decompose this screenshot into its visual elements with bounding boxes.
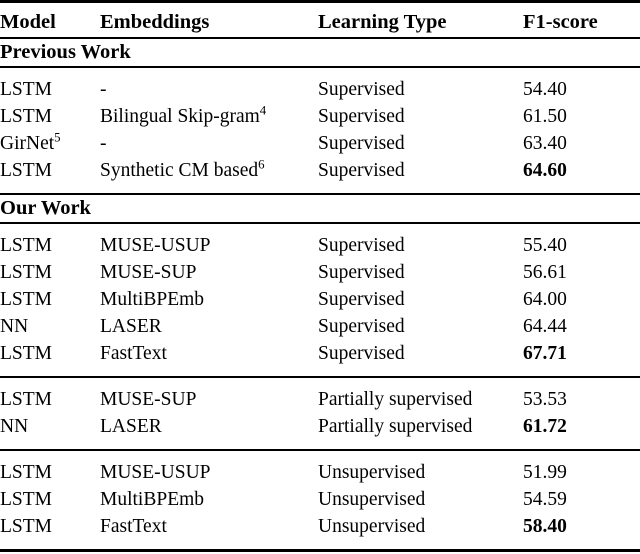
- table-bottom-rule: [0, 550, 640, 553]
- cell-f1-score: 53.53: [523, 389, 567, 410]
- section-heading-row: Previous Work: [0, 38, 640, 67]
- table-row: GirNet5 - Supervised 63.40: [0, 130, 640, 157]
- cell-embeddings: FastText: [100, 343, 167, 364]
- cell-learning-type: Supervised: [318, 160, 405, 181]
- cell-f1-score: 63.40: [523, 133, 567, 154]
- cell-embeddings: Synthetic CM based6: [100, 157, 265, 181]
- cell-model: LSTM: [0, 516, 53, 537]
- cell-learning-type: Unsupervised: [318, 462, 426, 483]
- rule-spacer: [0, 450, 640, 459]
- rule-spacer: [0, 184, 640, 194]
- table-row: LSTM MUSE-USUP Supervised 55.40: [0, 232, 640, 259]
- rule-line: [0, 377, 640, 386]
- cell-embeddings: -: [100, 79, 107, 100]
- cell-learning-type: Partially supervised: [318, 416, 473, 437]
- cell-f1-score: 61.72: [523, 416, 567, 437]
- cell-f1-score: 51.99: [523, 462, 567, 483]
- cell-embeddings: FastText: [100, 516, 167, 537]
- column-header-embeddings: Embeddings: [100, 11, 210, 33]
- cell-f1-score: 64.60: [523, 160, 567, 181]
- rule-line: [0, 540, 640, 551]
- rule-line: [0, 440, 640, 450]
- cell-model: NN: [0, 316, 29, 337]
- cell-model: NN: [0, 416, 29, 437]
- cell-f1-score: 54.40: [523, 79, 567, 100]
- cell-f1-score: 67.71: [523, 343, 567, 364]
- cell-learning-type: Unsupervised: [318, 516, 426, 537]
- cell-model: LSTM: [0, 389, 53, 410]
- cell-embeddings: MultiBPEmb: [100, 289, 205, 310]
- cell-model: LSTM: [0, 289, 53, 310]
- cell-embeddings: MUSE-USUP: [100, 235, 211, 256]
- table-row: LSTM MUSE-SUP Partially supervised 53.53: [0, 386, 640, 413]
- cell-learning-type: Partially supervised: [318, 389, 473, 410]
- rule-line: [0, 367, 640, 377]
- section-heading-row: Our Work: [0, 194, 640, 223]
- cell-model: LSTM: [0, 160, 53, 181]
- rule-line: [0, 223, 640, 232]
- table-header-row: Model Embeddings Learning Type F1-score: [0, 1, 640, 39]
- results-table: Model Embeddings Learning Type F1-score Prev…: [0, 0, 640, 553]
- table-row: LSTM Synthetic CM based6 Supervised 64.60: [0, 157, 640, 184]
- cell-embeddings: MUSE-SUP: [100, 389, 197, 410]
- rule-line: [0, 184, 640, 194]
- cell-embeddings: LASER: [100, 416, 162, 437]
- column-header-learning_type: Learning Type: [318, 11, 447, 33]
- cell-model: LSTM: [0, 79, 53, 100]
- table-row: LSTM FastText Supervised 67.71: [0, 340, 640, 367]
- table-row: LSTM FastText Unsupervised 58.40: [0, 513, 640, 540]
- cell-learning-type: Supervised: [318, 79, 405, 100]
- cell-f1-score: 56.61: [523, 262, 567, 283]
- cell-embeddings: MUSE-SUP: [100, 262, 197, 283]
- rule-spacer: [0, 377, 640, 386]
- cell-f1-score: 64.44: [523, 316, 567, 337]
- rule-spacer: [0, 540, 640, 551]
- cell-model: LSTM: [0, 462, 53, 483]
- rule-line: [0, 450, 640, 459]
- cell-embeddings: LASER: [100, 316, 162, 337]
- footnote-superscript: 4: [259, 103, 267, 118]
- cell-learning-type: Supervised: [318, 235, 405, 256]
- cell-learning-type: Supervised: [318, 133, 405, 154]
- column-header-model: Model: [0, 11, 56, 33]
- rule-spacer: [0, 67, 640, 76]
- cell-f1-score: 58.40: [523, 516, 567, 537]
- cell-f1-score: 55.40: [523, 235, 567, 256]
- cell-learning-type: Supervised: [318, 106, 405, 127]
- section-title-our-work: Our Work: [0, 197, 91, 219]
- table-row: NN LASER Supervised 64.44: [0, 313, 640, 340]
- cell-learning-type: Supervised: [318, 343, 405, 364]
- table-row: LSTM MultiBPEmb Supervised 64.00: [0, 286, 640, 313]
- cell-f1-score: 61.50: [523, 106, 567, 127]
- rule-line: [0, 551, 640, 553]
- footnote-superscript: 6: [258, 157, 265, 172]
- footnote-superscript: 5: [54, 130, 61, 145]
- section-title-previous-work: Previous Work: [0, 41, 131, 63]
- table-row: NN LASER Partially supervised 61.72: [0, 413, 640, 440]
- table-row: LSTM - Supervised 54.40: [0, 76, 640, 103]
- cell-embeddings: -: [100, 133, 107, 154]
- rule-line: [0, 67, 640, 76]
- rule-spacer: [0, 223, 640, 232]
- cell-model: LSTM: [0, 343, 53, 364]
- cell-learning-type: Supervised: [318, 289, 405, 310]
- table-row: LSTM MUSE-SUP Supervised 56.61: [0, 259, 640, 286]
- cell-embeddings: Bilingual Skip-gram4: [100, 103, 267, 127]
- results-table-container: Model Embeddings Learning Type F1-score Prev…: [0, 0, 640, 553]
- cell-model: GirNet5: [0, 130, 61, 154]
- cell-f1-score: 64.00: [523, 289, 567, 310]
- cell-model: LSTM: [0, 106, 53, 127]
- cell-learning-type: Supervised: [318, 262, 405, 283]
- cell-model: LSTM: [0, 262, 53, 283]
- rule-spacer: [0, 440, 640, 450]
- table-row: LSTM MUSE-USUP Unsupervised 51.99: [0, 459, 640, 486]
- column-header-f1: F1-score: [523, 11, 598, 33]
- cell-embeddings: MUSE-USUP: [100, 462, 211, 483]
- cell-model: LSTM: [0, 235, 53, 256]
- table-row: LSTM Bilingual Skip-gram4 Supervised 61.50: [0, 103, 640, 130]
- cell-learning-type: Supervised: [318, 316, 405, 337]
- rule-spacer: [0, 367, 640, 377]
